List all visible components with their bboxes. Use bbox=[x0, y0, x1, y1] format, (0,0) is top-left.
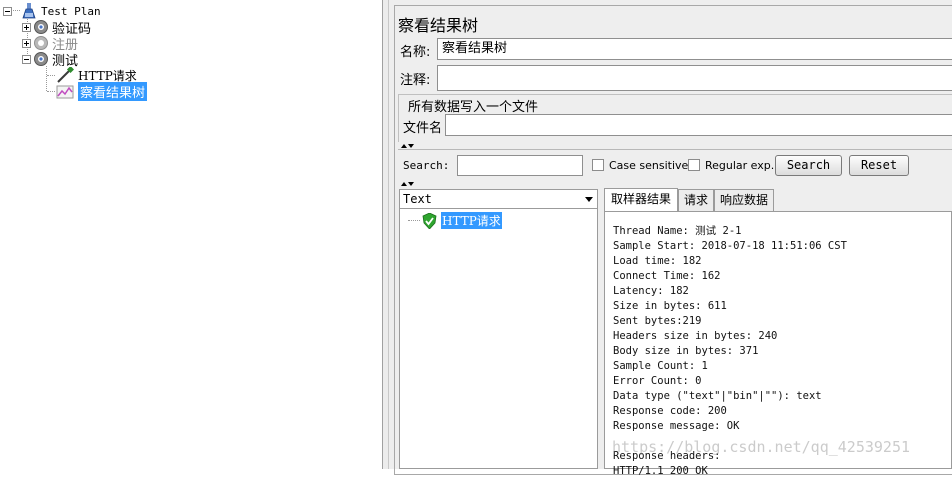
tree-node-label: Test Plan bbox=[41, 4, 101, 18]
result-detail-line: Response message: OK bbox=[613, 420, 740, 432]
result-detail-line: Headers size in bytes: 240 bbox=[613, 330, 778, 342]
result-detail-line: Data type ("text"|"bin"|""): text bbox=[613, 390, 822, 402]
result-tree-pane: Text HTTP请求 bbox=[399, 189, 598, 469]
comment-field[interactable] bbox=[437, 65, 952, 91]
result-detail-line: Latency: 182 bbox=[613, 285, 689, 297]
search-input[interactable] bbox=[457, 155, 583, 176]
thread-group-gear-icon bbox=[34, 20, 48, 34]
expand-toggle-icon[interactable] bbox=[22, 22, 31, 32]
result-sample-node[interactable]: HTTP请求 bbox=[422, 212, 502, 229]
renderer-select[interactable]: Text bbox=[400, 190, 597, 209]
tree-node-thread-group[interactable]: 测试 bbox=[22, 51, 79, 69]
watermark: https://blog.csdn.net/qq_42539251 bbox=[612, 438, 911, 456]
result-detail-line: Body size in bytes: 371 bbox=[613, 345, 759, 357]
tab-request[interactable]: 请求 bbox=[678, 189, 714, 211]
tree-connector bbox=[408, 220, 420, 221]
search-label: Search: bbox=[403, 159, 450, 172]
success-shield-icon bbox=[422, 212, 437, 229]
result-detail-line: Size in bytes: 611 bbox=[613, 300, 727, 312]
tab-response-data[interactable]: 响应数据 bbox=[714, 189, 774, 211]
result-detail-line: Thread Name: 测试 2-1 bbox=[613, 225, 742, 237]
search-button[interactable]: Search bbox=[775, 155, 842, 176]
comment-label: 注释: bbox=[400, 73, 431, 88]
tree-connector bbox=[46, 66, 47, 91]
result-detail-line: Connect Time: 162 bbox=[613, 270, 721, 282]
tree-connector bbox=[47, 75, 55, 76]
filename-label: 文件名 bbox=[403, 121, 443, 136]
collapse-toggle-icon[interactable] bbox=[3, 6, 12, 16]
result-detail-line: Response code: 200 bbox=[613, 405, 727, 417]
collapse-toggle-icon[interactable] bbox=[22, 54, 31, 64]
split-divider-arrows-icon[interactable] bbox=[400, 181, 414, 187]
panel-title: 察看结果树 bbox=[398, 16, 479, 35]
test-plan-flask-icon bbox=[22, 3, 36, 19]
graph-listener-icon bbox=[56, 85, 74, 99]
result-detail-line: Load time: 182 bbox=[613, 255, 702, 267]
renderer-select-value: Text bbox=[403, 192, 432, 206]
tree-node-label: 测试 bbox=[52, 53, 79, 69]
name-field[interactable]: 察看结果树 bbox=[437, 38, 952, 60]
filename-field[interactable] bbox=[445, 114, 952, 136]
dropdown-arrow-icon bbox=[585, 197, 593, 202]
regular-exp-checkbox[interactable] bbox=[688, 159, 700, 171]
tree-node-view-results-tree[interactable]: 察看结果树 bbox=[56, 81, 148, 101]
result-detail-line: Sent bytes:219 bbox=[613, 315, 702, 327]
view-results-tree-panel: 察看结果树 名称: 察看结果树 注释: 所有数据写入一个文件 文件名 Searc… bbox=[389, 0, 952, 477]
tab-sampler-result[interactable]: 取样器结果 bbox=[604, 188, 678, 211]
thread-group-gear-icon bbox=[34, 36, 48, 50]
pipette-icon bbox=[57, 67, 74, 83]
case-sensitive-checkbox[interactable] bbox=[592, 159, 604, 171]
case-sensitive-label: Case sensitive bbox=[609, 159, 689, 172]
result-detail-line: Sample Count: 1 bbox=[613, 360, 708, 372]
result-detail-line: Sample Start: 2018-07-18 11:51:06 CST bbox=[613, 240, 847, 252]
tree-connector bbox=[47, 91, 55, 92]
result-detail-line: HTTP/1.1 200 OK bbox=[613, 465, 708, 477]
sampler-result-pane[interactable]: Thread Name: 测试 2-1 Sample Start: 2018-07… bbox=[604, 211, 952, 477]
name-label: 名称: bbox=[400, 45, 431, 60]
reset-button[interactable]: Reset bbox=[849, 155, 909, 176]
result-detail-line: Error Count: 0 bbox=[613, 375, 702, 387]
pane-splitter[interactable] bbox=[382, 0, 389, 469]
file-output-group-title: 所有数据写入一个文件 bbox=[406, 96, 541, 115]
expand-toggle-icon[interactable] bbox=[22, 38, 31, 48]
regular-exp-label: Regular exp. bbox=[705, 159, 775, 172]
tree-node-label-selected: 察看结果树 bbox=[78, 81, 148, 101]
test-plan-tree[interactable]: Test Plan 验证码 注册 测试 HTTP请求 察看结果树 bbox=[0, 0, 382, 469]
result-sample-label: HTTP请求 bbox=[441, 212, 502, 229]
thread-group-gear-icon bbox=[34, 52, 48, 66]
